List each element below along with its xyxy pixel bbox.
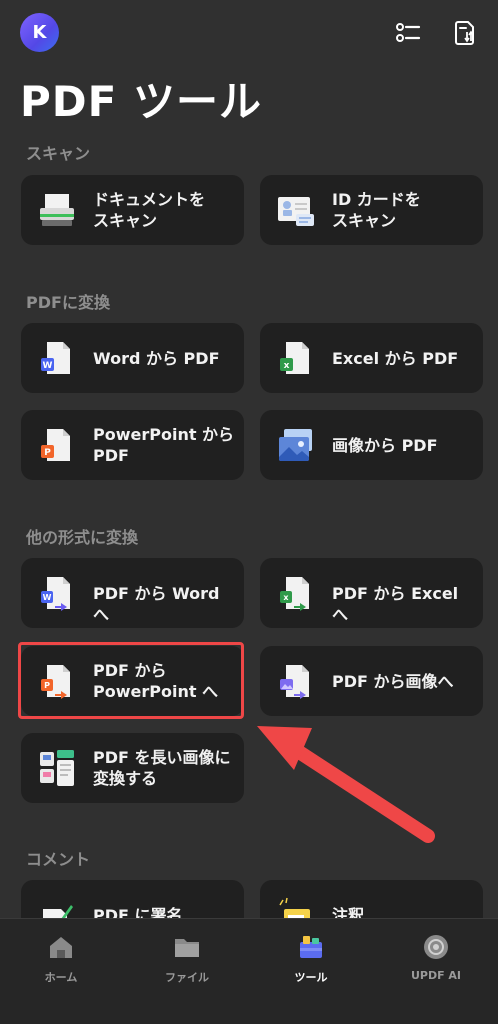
page-title: PDF ツール	[20, 77, 262, 126]
powerpoint-to-pdf-label: PowerPoint から PDF	[93, 425, 235, 465]
pdf-to-excel-label: PDF から Excel へ	[332, 584, 459, 624]
folder-icon	[175, 939, 199, 957]
svg-text:W: W	[43, 361, 53, 371]
section-label-to-pdf: PDFに変換	[26, 293, 110, 312]
scan-document-button[interactable]: ドキュメントを スキャン	[21, 175, 244, 245]
excel-to-pdf-label: Excel から PDF	[332, 349, 459, 368]
powerpoint-document-icon: P	[41, 429, 70, 461]
svg-text:P: P	[44, 448, 51, 458]
image-to-pdf-label: 画像から PDF	[332, 436, 438, 455]
list-icon[interactable]	[395, 18, 421, 46]
image-icon	[279, 429, 312, 461]
tab-tools-label: ツール	[294, 971, 328, 984]
pdf-to-powerpoint-button[interactable]: P PDF から PowerPoint へ	[21, 646, 244, 716]
toolbox-icon	[300, 936, 322, 958]
excel-document-icon: x	[280, 342, 309, 374]
long-image-icon	[40, 750, 74, 786]
pdf-to-excel-icon: x	[280, 577, 309, 611]
excel-to-pdf-button[interactable]: x Excel から PDF	[260, 323, 483, 393]
word-document-icon: W	[41, 342, 70, 374]
pdf-to-long-image-button[interactable]: PDF を長い画像に 変換する	[21, 733, 244, 803]
tab-files[interactable]: ファイル	[127, 929, 247, 989]
tab-updf-ai-label: UPDF AI	[410, 969, 462, 982]
tab-home[interactable]: ホーム	[1, 929, 121, 989]
svg-text:P: P	[44, 681, 50, 690]
tab-files-label: ファイル	[165, 971, 209, 984]
home-icon	[50, 937, 72, 958]
tab-updf-ai[interactable]: UPDF AI	[376, 929, 496, 989]
pdf-to-word-label: PDF から Word へ	[93, 584, 220, 624]
pdf-to-word-icon: W	[41, 577, 70, 611]
section-label-convert: 他の形式に変換	[26, 528, 139, 547]
pdf-to-image-icon	[280, 665, 309, 699]
tab-bar: ホーム ファイル ツール UPDF AI	[0, 918, 498, 1024]
id-card-icon	[278, 197, 314, 226]
pdf-to-powerpoint-label: PDF から PowerPoint へ	[93, 661, 219, 701]
tab-home-label: ホーム	[44, 971, 78, 984]
svg-text:x: x	[284, 361, 290, 371]
word-to-pdf-label: Word から PDF	[93, 349, 220, 368]
pdf-to-image-label: PDF から画像へ	[332, 672, 454, 691]
image-to-pdf-button[interactable]: 画像から PDF	[260, 410, 483, 480]
scan-document-label: ドキュメントを スキャン	[93, 190, 206, 230]
pdf-to-excel-button[interactable]: x PDF から Excel へ	[260, 558, 483, 628]
powerpoint-to-pdf-button[interactable]: P PowerPoint から PDF	[21, 410, 244, 480]
section-label-comment: コメント	[26, 850, 91, 869]
sort-icon[interactable]	[454, 18, 480, 46]
pdf-to-powerpoint-icon: P	[41, 665, 70, 699]
svg-text:x: x	[283, 593, 289, 602]
pdf-to-word-button[interactable]: W PDF から Word へ	[21, 558, 244, 628]
tab-tools[interactable]: ツール	[251, 929, 371, 989]
scan-id-card-button[interactable]: ID カードを スキャン	[260, 175, 483, 245]
section-label-scan: スキャン	[26, 144, 91, 163]
pdf-to-long-image-label: PDF を長い画像に 変換する	[93, 748, 231, 788]
scanner-icon	[40, 194, 74, 226]
scan-id-card-label: ID カードを スキャン	[332, 190, 421, 230]
ai-icon	[424, 935, 448, 959]
svg-text:W: W	[43, 593, 52, 602]
pdf-to-image-button[interactable]: PDF から画像へ	[260, 646, 483, 716]
avatar[interactable]: K	[20, 13, 59, 52]
word-to-pdf-button[interactable]: W Word から PDF	[21, 323, 244, 393]
